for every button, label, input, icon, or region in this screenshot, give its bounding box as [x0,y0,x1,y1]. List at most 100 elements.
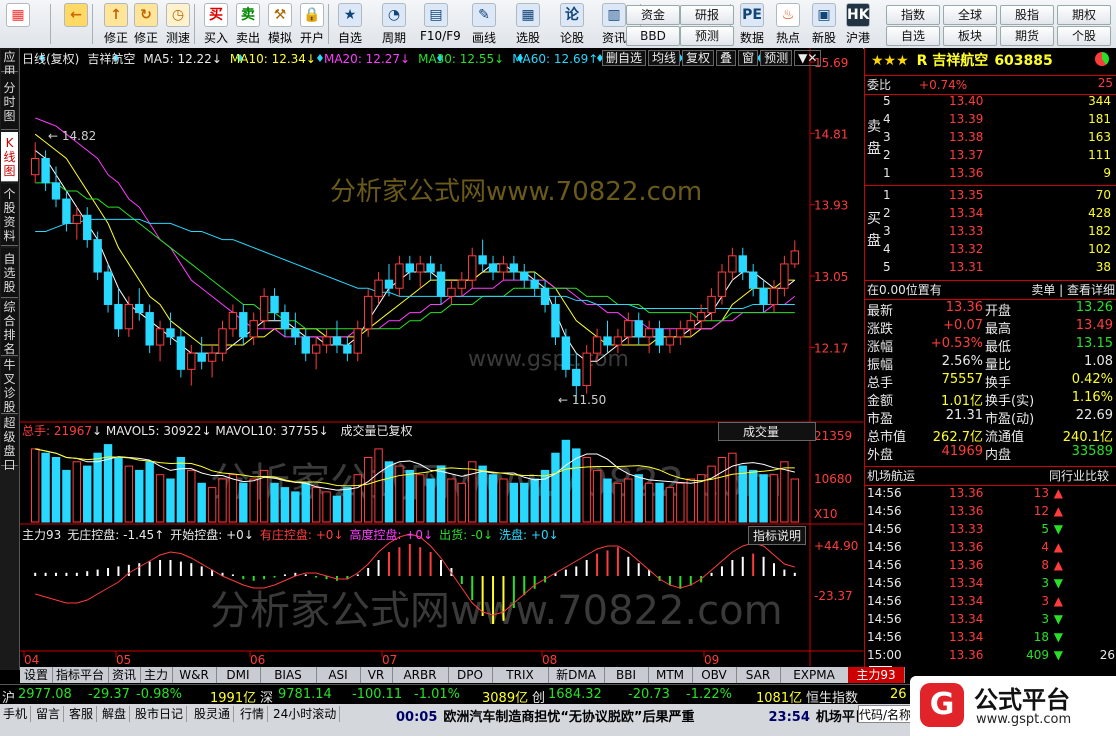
toolbar-hammer-button[interactable]: ⚒ 模拟 [264,2,296,46]
toolbar-period-button[interactable]: ◔ 周期 [378,2,410,46]
indicator-help-button[interactable]: 指标说明 [748,526,807,545]
bid-row[interactable]: 3 13.33 182 [865,224,1116,242]
left-tab-2[interactable]: 分时图 [1,74,18,130]
indicator-tab-18[interactable]: EXPMA [780,667,849,683]
left-tab-char: 自 [3,252,16,266]
kline-chart-svg[interactable]: 15.6914.8113.9313.0512.17分析家公式网www.70822… [20,48,863,670]
toolbar-btn-2[interactable]: 研报 [680,5,734,25]
ask-row[interactable]: 5 13.40 344 [865,94,1116,112]
left-tab-1[interactable]: 应用 [1,50,18,78]
toolbar-correct-button[interactable]: ↻ 修正 [130,2,162,46]
bottom-item-8[interactable]: 24小时滚动 [270,706,341,722]
toolbar-pe-button[interactable]: PE 数据 [736,2,768,46]
volume-bar [728,452,737,523]
indicator-tab-7[interactable]: BIAS [260,667,317,683]
toolbar-buy-button[interactable]: 买买入 [200,2,232,46]
volume-selector[interactable]: 成交量 [718,422,817,441]
bottom-item-2[interactable]: 留言 [33,706,65,722]
left-tab-6[interactable]: 综合排名 [1,300,18,356]
bottom-item-4[interactable]: 解盘 [99,706,131,722]
toolbar-sell-button[interactable]: 卖卖出 [232,2,264,46]
chart-btn-4[interactable]: 叠 [716,50,737,66]
toolbar-btn-1[interactable]: 资金 [626,5,680,25]
toolbar-app-logo-button[interactable]: ▦ [2,2,34,46]
indicator-tab-19[interactable]: 主力93 [848,667,905,683]
bid-price: 13.33 [949,224,984,238]
left-tab-7[interactable]: 牛叉诊股 [1,358,18,414]
bottom-item-6[interactable]: 股灵通 [191,706,235,722]
detail-link[interactable]: 卖单 | 查看详细 [1031,281,1115,298]
market-btn-r2-1[interactable]: 自选 [886,26,940,46]
toolbar-lock-button[interactable]: 🔒 开户 [296,2,328,46]
volume-bar [41,452,50,523]
ask-row[interactable]: 2 13.37 111 [865,148,1116,166]
indicator-tab-2[interactable]: 指标平台 [52,667,109,683]
indicator-tab-17[interactable]: SAR [736,667,781,683]
indicator-tab-11[interactable]: DPO [448,667,493,683]
toolbar-clock-button[interactable]: ◷ 测速 [162,2,194,46]
industry-compare-button[interactable]: 同行业比较 [1049,467,1109,484]
toolbar-select-button[interactable]: ▦ 选股 [512,2,544,46]
chart-dropdown-icon[interactable]: ▼✕ [794,50,822,66]
bottom-item-3[interactable]: 客服 [66,706,98,722]
toolbar-pen-button[interactable]: ✎ 画线 [468,2,500,46]
toolbar-star-button[interactable]: ★自选股 [334,2,366,62]
market-btn-1[interactable]: 指数 [886,5,940,25]
arrow-icon: ↓ [333,528,344,542]
indicator-tab-8[interactable]: ASI [316,667,361,683]
left-tab-3[interactable]: K线图 [1,132,18,182]
bid-row[interactable]: 1 13.35 70 [865,188,1116,206]
indicator-tab-16[interactable]: OBV [692,667,737,683]
toolbar-back-arrow-button[interactable]: ← [60,2,92,46]
bid-row[interactable]: 4 13.32 102 [865,242,1116,260]
left-tab-4[interactable]: 个股资料 [1,184,18,246]
market-btn-r2-4[interactable]: 个股 [1057,26,1111,46]
toolbar-new-stock-button[interactable]: ▣ 新股 [808,2,840,46]
toolbar-btn-r2-2[interactable]: 预测 [680,26,734,46]
chart-btn-6[interactable]: 预测 [760,50,793,66]
toolbar-fire-button[interactable]: ♨ 热点 [772,2,804,46]
toolbar-forum-button[interactable]: 论论股堂 [556,2,588,62]
bottom-item-1[interactable]: 手机 [0,706,32,722]
indicator-tab-4[interactable]: 主力 [140,667,173,683]
chart-btn-3[interactable]: 复权 [682,50,715,66]
ask-row[interactable]: 3 13.38 163 [865,130,1116,148]
bid-row[interactable]: 2 13.34 428 [865,206,1116,224]
toolbar-f10-button[interactable]: ▤ F10/F9 [420,2,461,46]
indicator-tab-9[interactable]: VR [360,667,393,683]
news-ticker[interactable]: 00:05 欧洲汽车制造商担忧“无协议脱欧”后果严重 23:54 机场平日内 [396,706,881,725]
bottom-item-7[interactable]: 行情 [237,706,269,722]
ask-row[interactable]: 4 13.39 181 [865,112,1116,130]
left-tab-8[interactable]: 超级盘口 [1,416,18,472]
toolbar-refresh-button[interactable]: ↑ 修正 [100,2,132,46]
indicator-tab-3[interactable]: 资讯 [108,667,141,683]
bid-row[interactable]: 5 13.31 38 [865,260,1116,278]
toolbar-separator [328,4,329,44]
period-label[interactable]: 日线(复权) [22,52,79,66]
chart-btn-5[interactable]: 窗 [738,50,759,66]
market-btn-2[interactable]: 全球 [943,5,997,25]
ask-row[interactable]: 1 13.36 9 [865,166,1116,184]
indicator-tab-10[interactable]: ARBR [392,667,449,683]
market-btn-r2-2[interactable]: 板块 [943,26,997,46]
indicator-tab-1[interactable]: 设置 [20,667,53,683]
chart-btn-2[interactable]: 均线 [648,50,681,66]
kline-chart-area[interactable]: 15.69 14.81 13.93 13.05 12.17 分析家公式网www.70822… [20,48,863,670]
code-search-input[interactable]: 代码/名称 [858,705,912,723]
market-btn-3[interactable]: 股指 [1000,5,1054,25]
market-btn-r2-3[interactable]: 期货 [1000,26,1054,46]
industry-name[interactable]: 机场航运 [867,469,915,483]
chart-type-icon[interactable] [1095,52,1109,66]
indicator-tab-6[interactable]: DMI [216,667,261,683]
indicator-tab-15[interactable]: MTM [648,667,693,683]
chart-btn-1[interactable]: 删自选 [602,50,647,66]
indicator-tab-12[interactable]: TRIX [492,667,549,683]
indicator-tab-13[interactable]: 新DMA [548,667,605,683]
indicator-tab-14[interactable]: BBI [604,667,649,683]
toolbar-btn-r2-1[interactable]: BBD [626,26,680,46]
left-tab-5[interactable]: 自选股 [1,248,18,298]
market-btn-4[interactable]: 期权 [1057,5,1111,25]
bottom-item-5[interactable]: 股市日记 [132,706,188,722]
toolbar-hk-connect-button[interactable]: HK沪港通 [842,2,874,62]
indicator-tab-5[interactable]: W&R [172,667,217,683]
